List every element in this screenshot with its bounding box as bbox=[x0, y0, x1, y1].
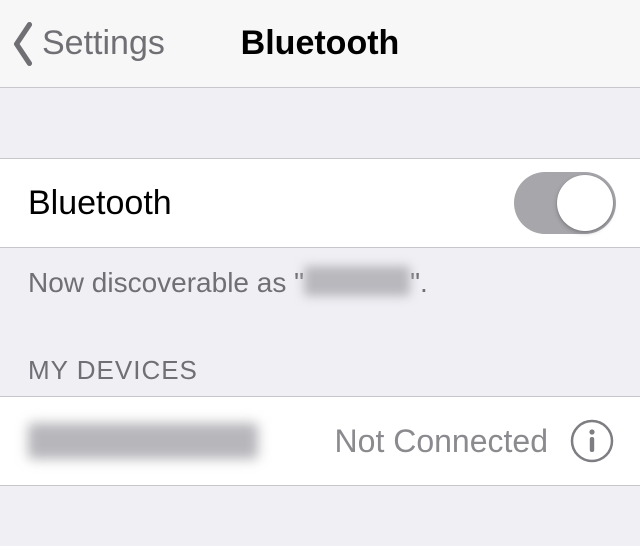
device-info-button[interactable] bbox=[568, 417, 616, 465]
device-name-redacted bbox=[28, 423, 258, 459]
bluetooth-toggle-group: Bluetooth bbox=[0, 158, 640, 248]
discoverable-prefix: Now discoverable as " bbox=[28, 267, 304, 298]
my-devices-header: MY DEVICES bbox=[0, 299, 640, 396]
chevron-left-icon bbox=[10, 22, 36, 66]
back-button[interactable]: Settings bbox=[0, 0, 165, 87]
switch-knob bbox=[557, 175, 613, 231]
spacer bbox=[0, 88, 640, 158]
bluetooth-switch[interactable] bbox=[514, 172, 616, 234]
info-icon bbox=[570, 419, 614, 463]
bluetooth-toggle-label: Bluetooth bbox=[28, 184, 514, 223]
device-row[interactable]: Not Connected bbox=[0, 397, 640, 485]
device-own-name-redacted bbox=[304, 266, 410, 296]
device-status: Not Connected bbox=[335, 423, 548, 460]
nav-bar: Settings Bluetooth bbox=[0, 0, 640, 88]
my-devices-group: Not Connected bbox=[0, 396, 640, 486]
back-label: Settings bbox=[42, 24, 165, 63]
bluetooth-toggle-row: Bluetooth bbox=[0, 159, 640, 247]
discoverable-note: Now discoverable as " ". bbox=[0, 248, 640, 299]
discoverable-suffix: ". bbox=[410, 267, 428, 298]
